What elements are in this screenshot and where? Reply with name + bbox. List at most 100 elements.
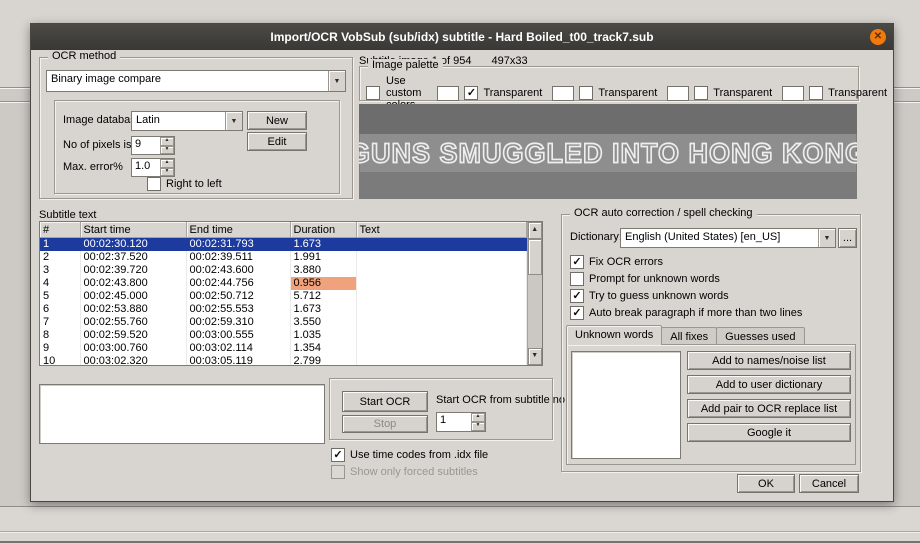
guess-unknown-option[interactable]: Try to guess unknown words: [570, 289, 729, 303]
guess-unknown-checkbox[interactable]: [570, 289, 584, 303]
spinner-up-icon[interactable]: ▲: [160, 137, 174, 146]
palette-color-swatch[interactable]: [437, 85, 460, 101]
cell-text[interactable]: [356, 316, 527, 329]
cell-num[interactable]: 7: [40, 316, 81, 329]
add-pair-to-ocr-replace-list-button[interactable]: Add pair to OCR replace list: [687, 399, 851, 418]
table-row[interactable]: 5 00:02:45.000 00:02:50.712 5.712: [40, 290, 527, 303]
cell-text[interactable]: [356, 277, 527, 290]
spinner-up-icon[interactable]: ▲: [160, 159, 174, 168]
transparent-checkbox[interactable]: [809, 86, 824, 100]
cell-start[interactable]: 00:02:30.120: [80, 237, 187, 251]
transparent-checkbox[interactable]: [464, 86, 479, 100]
new-button[interactable]: New: [247, 111, 307, 130]
fix-ocr-errors-checkbox[interactable]: [570, 255, 584, 269]
scroll-down-icon[interactable]: ▼: [527, 348, 542, 365]
add-to-names-noise-list-button[interactable]: Add to names/noise list: [687, 351, 851, 370]
cancel-button[interactable]: Cancel: [799, 474, 859, 493]
unknown-words-list[interactable]: [571, 351, 681, 459]
cell-start[interactable]: 00:02:59.520: [80, 329, 187, 342]
spinner-down-icon[interactable]: ▼: [160, 167, 174, 176]
cell-duration[interactable]: 0.956: [290, 277, 357, 290]
cell-end[interactable]: 00:02:50.712: [186, 290, 291, 303]
table-row[interactable]: 4 00:02:43.800 00:02:44.756 0.956: [40, 277, 527, 290]
cell-end[interactable]: 00:02:39.511: [186, 251, 291, 264]
column-header-start-time[interactable]: Start time: [80, 222, 187, 238]
column-header-num[interactable]: #: [40, 222, 81, 238]
fix-ocr-errors-option[interactable]: Fix OCR errors: [570, 255, 663, 269]
use-timecodes-checkbox[interactable]: [331, 448, 345, 462]
use-timecodes-option[interactable]: Use time codes from .idx file: [331, 448, 488, 462]
tab-unknown-words[interactable]: Unknown words: [566, 325, 663, 345]
google-it-button[interactable]: Google it: [687, 423, 851, 442]
cell-text[interactable]: [356, 264, 527, 277]
cell-end[interactable]: 00:03:02.114: [186, 342, 291, 355]
right-to-left-checkbox[interactable]: [147, 177, 161, 191]
cell-num[interactable]: 4: [40, 277, 81, 290]
start-from-stepper[interactable]: 1 ▲ ▼: [436, 412, 486, 432]
cell-text[interactable]: [356, 251, 527, 264]
column-header-end-time[interactable]: End time: [186, 222, 291, 238]
column-header-duration[interactable]: Duration: [290, 222, 357, 238]
stop-button[interactable]: Stop: [342, 415, 428, 433]
table-row[interactable]: 10 00:03:02.320 00:03:05.119 2.799: [40, 355, 527, 365]
dictionary-select[interactable]: English (United States) [en_US] ▼: [620, 228, 836, 248]
cell-start[interactable]: 00:02:39.720: [80, 264, 187, 277]
table-row[interactable]: 8 00:02:59.520 00:03:00.555 1.035: [40, 329, 527, 342]
palette-color-swatch[interactable]: [667, 85, 690, 101]
prompt-unknown-option[interactable]: Prompt for unknown words: [570, 272, 720, 286]
vertical-scrollbar[interactable]: ▲ ▼: [526, 222, 542, 365]
cell-num[interactable]: 9: [40, 342, 81, 355]
cell-start[interactable]: 00:02:53.880: [80, 303, 187, 316]
table-row[interactable]: 2 00:02:37.520 00:02:39.511 1.991: [40, 251, 527, 264]
right-to-left-option[interactable]: Right to left: [147, 177, 222, 191]
table-row[interactable]: 1 00:02:30.120 00:02:31.793 1.673: [40, 237, 527, 251]
cell-num[interactable]: 5: [40, 290, 81, 303]
pixels-space-stepper[interactable]: 9 ▲ ▼: [131, 136, 175, 155]
table-row[interactable]: 6 00:02:53.880 00:02:55.553 1.673: [40, 303, 527, 316]
table-row[interactable]: 3 00:02:39.720 00:02:43.600 3.880: [40, 264, 527, 277]
cell-text[interactable]: [356, 329, 527, 342]
cell-end[interactable]: 00:02:55.553: [186, 303, 291, 316]
cell-num[interactable]: 8: [40, 329, 81, 342]
scroll-up-icon[interactable]: ▲: [527, 222, 542, 239]
cell-start[interactable]: 00:02:43.800: [80, 277, 187, 290]
autobreak-option[interactable]: Auto break paragraph if more than two li…: [570, 306, 802, 320]
edit-button[interactable]: Edit: [247, 132, 307, 151]
chevron-down-icon[interactable]: ▼: [818, 229, 835, 247]
cell-text[interactable]: [356, 342, 527, 355]
cell-start[interactable]: 00:02:37.520: [80, 251, 187, 264]
tab-guesses-used[interactable]: Guesses used: [716, 327, 805, 345]
cell-start[interactable]: 00:03:02.320: [80, 355, 187, 365]
spinner-up-icon[interactable]: ▲: [471, 413, 485, 422]
cell-text[interactable]: [356, 303, 527, 316]
cell-duration[interactable]: 1.354: [290, 342, 357, 355]
table-row[interactable]: 9 00:03:00.760 00:03:02.114 1.354: [40, 342, 527, 355]
ocr-method-select[interactable]: Binary image compare ▼: [46, 70, 346, 92]
cell-start[interactable]: 00:02:45.000: [80, 290, 187, 303]
cell-duration[interactable]: 1.991: [290, 251, 357, 264]
max-error-stepper[interactable]: 1.0 ▲ ▼: [131, 158, 175, 177]
dictionary-more-button[interactable]: ...: [838, 228, 857, 248]
cell-text[interactable]: [356, 355, 527, 365]
cell-end[interactable]: 00:02:59.310: [186, 316, 291, 329]
image-database-select[interactable]: Latin ▼: [131, 111, 243, 131]
cell-end[interactable]: 00:03:00.555: [186, 329, 291, 342]
table-row[interactable]: 7 00:02:55.760 00:02:59.310 3.550: [40, 316, 527, 329]
cell-duration[interactable]: 5.712: [290, 290, 357, 303]
cell-duration[interactable]: 1.673: [290, 303, 357, 316]
cell-end[interactable]: 00:03:05.119: [186, 355, 291, 365]
cell-duration[interactable]: 2.799: [290, 355, 357, 365]
transparent-checkbox[interactable]: [579, 86, 594, 100]
spinner-down-icon[interactable]: ▼: [471, 422, 485, 431]
cell-duration[interactable]: 3.550: [290, 316, 357, 329]
cell-end[interactable]: 00:02:43.600: [186, 264, 291, 277]
chevron-down-icon[interactable]: ▼: [225, 112, 242, 130]
autobreak-checkbox[interactable]: [570, 306, 584, 320]
titlebar[interactable]: Import/OCR VobSub (sub/idx) subtitle - H…: [31, 24, 893, 50]
add-to-user-dictionary-button[interactable]: Add to user dictionary: [687, 375, 851, 394]
cell-num[interactable]: 1: [40, 237, 81, 251]
cell-text[interactable]: [356, 290, 527, 303]
cell-duration[interactable]: 1.035: [290, 329, 357, 342]
cell-start[interactable]: 00:03:00.760: [80, 342, 187, 355]
use-custom-colors-checkbox[interactable]: [366, 86, 380, 100]
